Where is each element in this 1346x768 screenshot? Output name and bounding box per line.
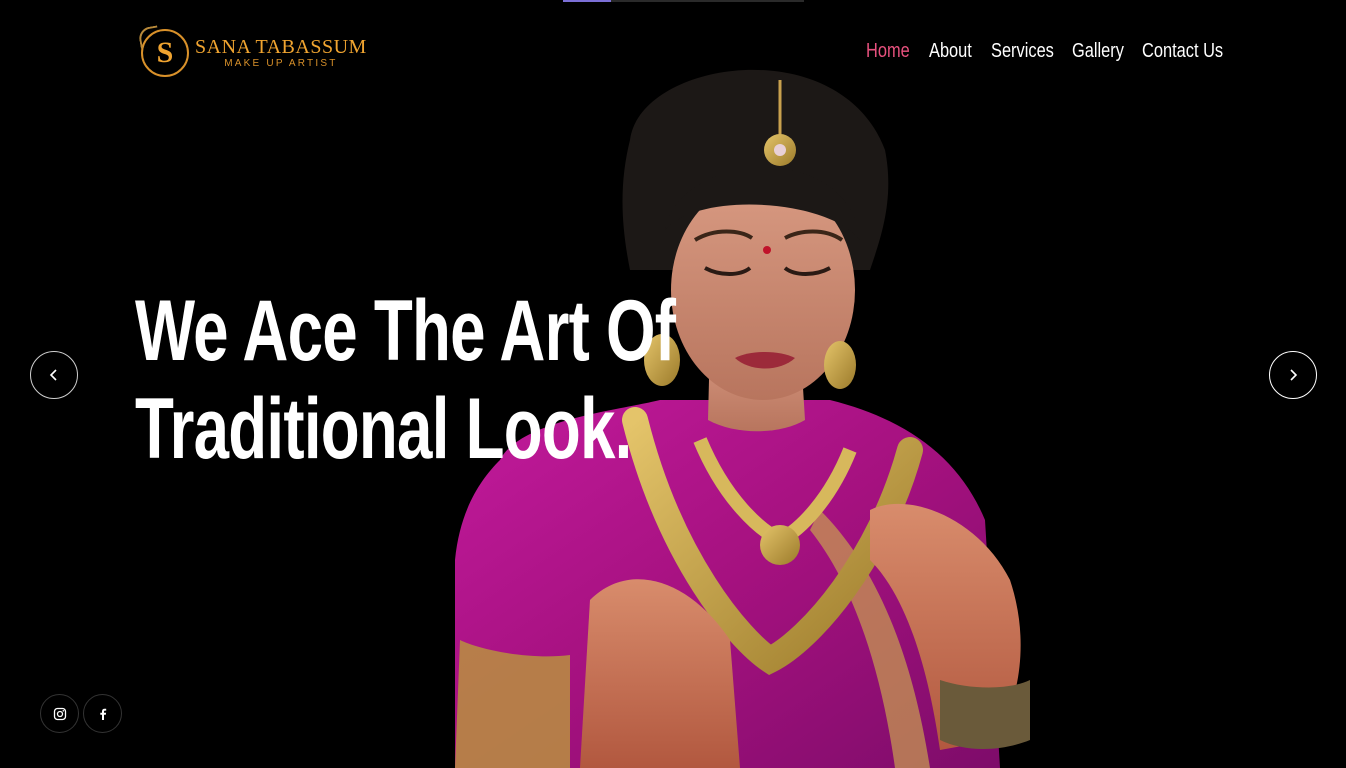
instagram-icon (53, 707, 66, 720)
nav-contact-us[interactable]: Contact Us (1142, 40, 1223, 70)
hero-heading: We Ace The Art Of Traditional Look. (135, 282, 676, 478)
logo-leaf-decoration (137, 25, 161, 49)
brand-logo[interactable]: S SANA TABASSUM MAKE UP ARTIST (137, 25, 367, 77)
nav-gallery[interactable]: Gallery (1072, 40, 1124, 70)
facebook-icon (99, 708, 106, 720)
hero-line-1: We Ace The Art Of (135, 283, 676, 379)
logo-text: SANA TABASSUM MAKE UP ARTIST (195, 37, 367, 69)
logo-tagline: MAKE UP ARTIST (224, 58, 338, 69)
slider-progress-active (563, 0, 611, 2)
logo-mark-icon: S (137, 25, 189, 77)
social-links (40, 694, 122, 733)
slider-progress-bar (563, 0, 804, 2)
carousel-next-button[interactable] (1269, 351, 1317, 399)
chevron-left-icon (49, 369, 57, 381)
hero-line-2: Traditional Look. (135, 381, 632, 477)
logo-name: SANA TABASSUM (195, 36, 367, 58)
instagram-button[interactable] (40, 694, 79, 733)
carousel-prev-button[interactable] (30, 351, 78, 399)
chevron-right-icon (1290, 369, 1298, 381)
facebook-button[interactable] (83, 694, 122, 733)
